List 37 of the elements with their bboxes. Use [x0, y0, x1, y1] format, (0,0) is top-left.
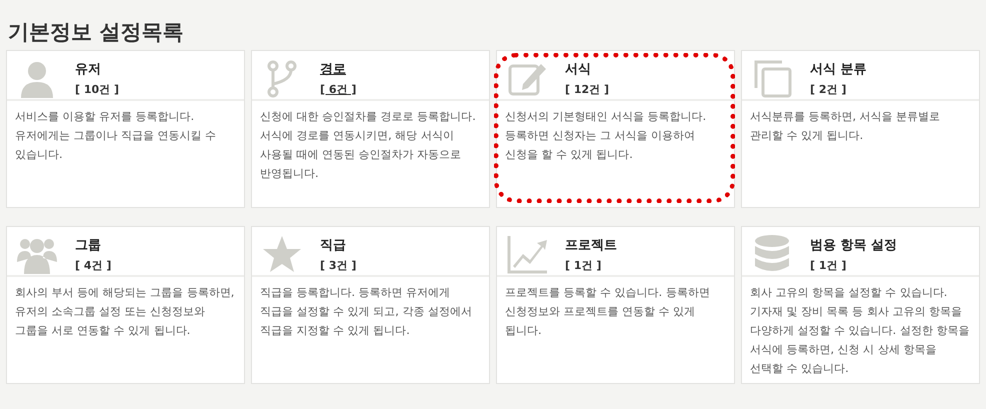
item-count: [ 6건 ]	[320, 82, 356, 96]
star-icon	[262, 234, 302, 274]
card-description: 직급을 등록합니다. 등록하면 유저에게 직급을 설정할 수 있게 되고, 각종 설정에서 직급을 지정할 수 있게 됩니다.	[259, 285, 473, 339]
card-title: 범용 항목 설정	[810, 236, 898, 254]
card-title: 유저	[75, 60, 101, 78]
page-title: 기본정보 설정목록	[7, 19, 184, 46]
settings-card[interactable]: 서식 [ 12건 ] 신청서의 기본형태인 서식을 등록합니다. 등록하면 신청자는 그 서식을 이용하여 신청을 할 수 있게 됩니다.	[496, 50, 735, 208]
card-description: 서식분류를 등록하면, 서식을 분류별로 관리할 수 있게 됩니다.	[749, 109, 942, 144]
card-title: 서식 분류	[810, 60, 867, 78]
card-title: 그룹	[75, 236, 101, 254]
settings-card[interactable]: 범용 항목 설정 [ 1건 ] 회사 고유의 항목을 설정할 수 있습니다. 기자재 및 장비 목록 등 회사 고유의 항목을 다양하게 설정할 수 있습니다. 설정한 항목을 서식에 등록하면, 신청 시 상세 항목을 선택할 수 있습니다.	[741, 226, 980, 384]
copy-icon	[752, 58, 792, 98]
item-count: [ 10건 ]	[75, 82, 120, 96]
card-title: 프로젝트	[565, 236, 617, 254]
chart-icon	[507, 234, 547, 274]
item-count: [ 2건 ]	[810, 82, 846, 96]
settings-card[interactable]: 유저 [ 10건 ] 서비스를 이용할 유저를 등록합니다. 유저에게는 그룹이나 직급을 연동시킬 수 있습니다.	[6, 50, 245, 208]
card-description: 서비스를 이용할 유저를 등록합니다. 유저에게는 그룹이나 직급을 연동시킬 수 있습니다.	[14, 109, 218, 163]
database-icon	[752, 234, 792, 274]
settings-card[interactable]: 서식 분류 [ 2건 ] 서식분류를 등록하면, 서식을 분류별로 관리할 수 있게 됩니다.	[741, 50, 980, 208]
card-description: 신청에 대한 승인절차를 경로로 등록합니다. 서식에 경로를 연동시키면, 해당 서식이 사용될 때에 연동된 승인절차가 자동으로 반영됩니다.	[259, 109, 477, 182]
card-description: 회사의 부서 등에 해당되는 그룹을 등록하면, 유저의 소속그룹 설정 또는 신청정보와 그룹을 서로 연동할 수 있게 됩니다.	[14, 285, 236, 339]
settings-card[interactable]: 프로젝트 [ 1건 ] 프로젝트를 등록할 수 있습니다. 등록하면 신청정보와 프로젝트를 연동할 수 있게 됩니다.	[496, 226, 735, 384]
item-count: [ 12건 ]	[565, 82, 610, 96]
settings-card[interactable]: 직급 [ 3건 ] 직급을 등록합니다. 등록하면 유저에게 직급을 설정할 수 있게 되고, 각종 설정에서 직급을 지정할 수 있게 됩니다.	[251, 226, 490, 384]
card-description: 신청서의 기본형태인 서식을 등록합니다. 등록하면 신청자는 그 서식을 이용하여 신청을 할 수 있게 됩니다.	[504, 109, 708, 163]
item-count: [ 1건 ]	[810, 258, 846, 272]
card-title: 경로	[320, 60, 346, 78]
item-count: [ 4건 ]	[75, 258, 112, 272]
settings-card[interactable]: 경로 [ 6건 ] 신청에 대한 승인절차를 경로로 등록합니다. 서식에 경로를 연동시키면, 해당 서식이 사용될 때에 연동된 승인절차가 자동으로 반영됩니다.	[251, 50, 490, 208]
card-title: 서식	[565, 60, 591, 78]
settings-card[interactable]: 그룹 [ 4건 ] 회사의 부서 등에 해당되는 그룹을 등록하면, 유저의 소속그룹 설정 또는 신청정보와 그룹을 서로 연동할 수 있게 됩니다.	[6, 226, 245, 384]
item-count: [ 3건 ]	[320, 258, 356, 272]
item-count: [ 1건 ]	[565, 258, 602, 272]
card-description: 회사 고유의 항목을 설정할 수 있습니다. 기자재 및 장비 목록 등 회사 고유의 항목을 다양하게 설정할 수 있습니다. 설정한 항목을 서식에 등록하면, 신청 시 상세 항목을 선택할 수 있습니다.	[749, 285, 970, 377]
card-title: 직급	[320, 236, 346, 254]
card-description: 프로젝트를 등록할 수 있습니다. 등록하면 신청정보와 프로젝트를 연동할 수 있게 됩니다.	[504, 285, 711, 339]
